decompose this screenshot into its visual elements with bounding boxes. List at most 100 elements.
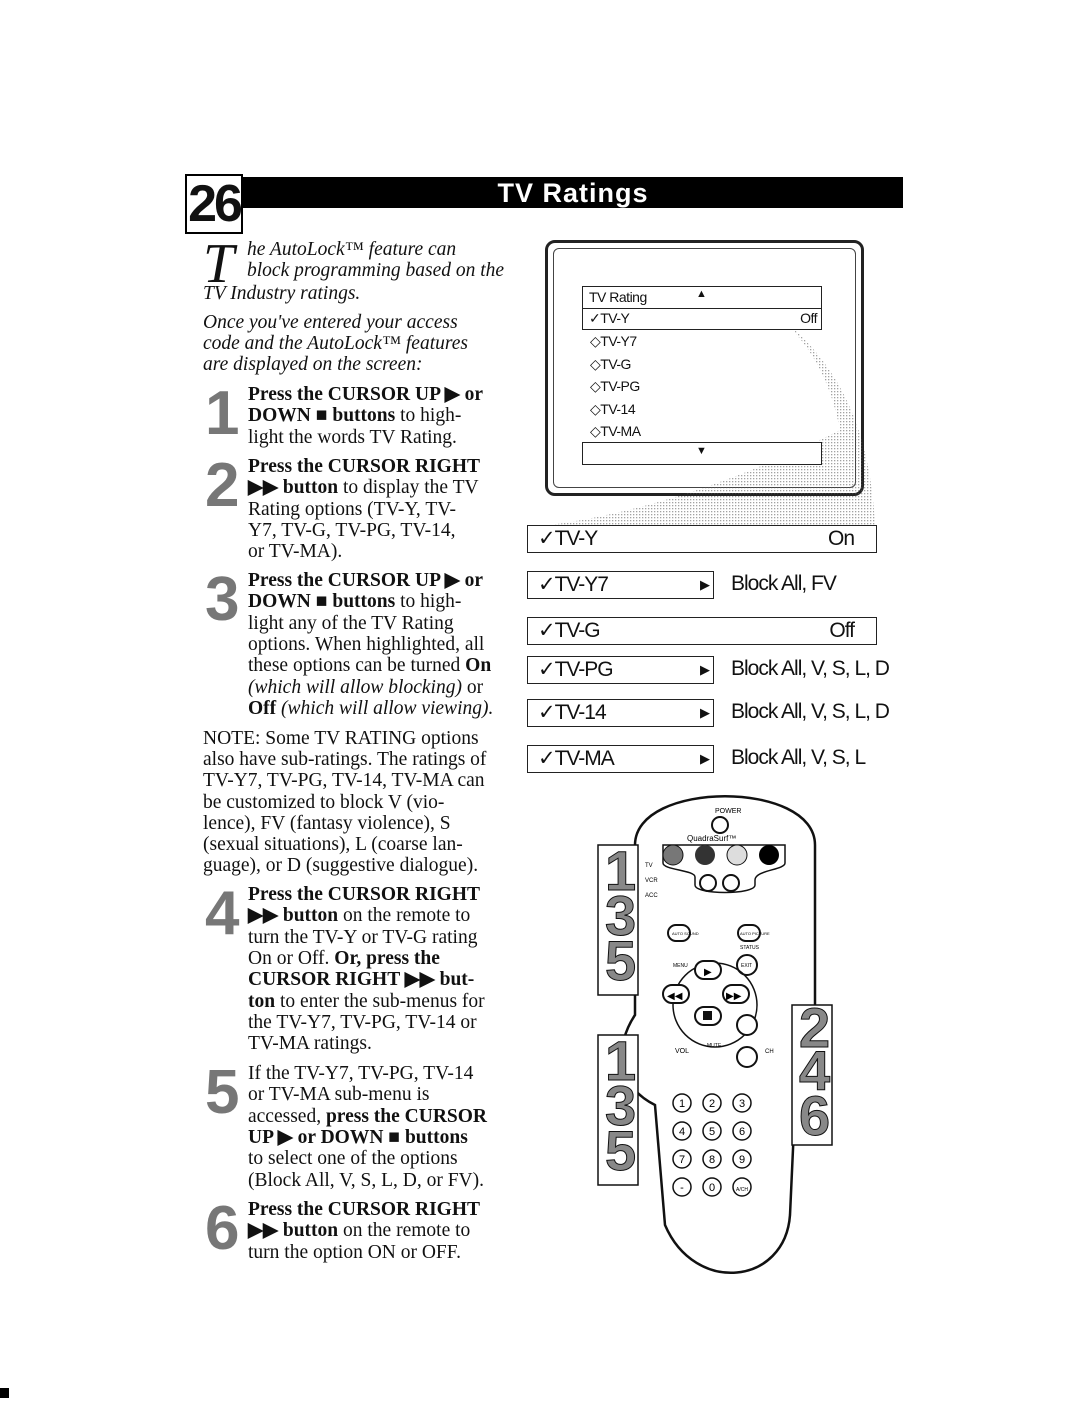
text-run: be customized to block V (vio- (203, 791, 445, 813)
number-key-label: - (680, 1182, 684, 1194)
text-run: to enter the sub-menus for (275, 990, 485, 1012)
text-run: (which will allow blocking) (248, 676, 462, 698)
text-run: Press the CURSOR UP ▶ or (248, 570, 484, 591)
text-run: Or, press the (334, 947, 440, 969)
sub-rating-options: Block All, V, S, L (731, 746, 866, 769)
mode-acc[interactable]: ACC (645, 893, 658, 899)
text-run: or TV-MA). (248, 541, 343, 563)
rewind-icon: ◀◀ (667, 991, 683, 1002)
rating-row[interactable]: ✓TV-Y On (527, 525, 877, 553)
rating-row[interactable]: ✓TV-14 ▶ (527, 699, 714, 727)
note-line: TV-Y7, TV-PG, TV-14, TV-MA can (203, 770, 485, 792)
step-line: UP ▶ or DOWN ■ buttons (248, 1127, 468, 1149)
number-key-label: 2 (709, 1098, 715, 1110)
sub-rating-options: Block All, FV (731, 572, 837, 595)
manual-page: 26 TV Ratings T TV Rating ▲ ✓TV-Y Off ▼ … (0, 0, 1080, 1404)
text-run: lence), FV (fantasy violence), S (203, 812, 451, 834)
text-run: Press the CURSOR UP ▶ or (248, 384, 484, 405)
mode-vcr[interactable]: VCR (645, 878, 658, 884)
quadrasurf-button-3[interactable] (726, 844, 748, 866)
text-run: Off (248, 697, 277, 719)
text-run: Press the CURSOR RIGHT (248, 456, 481, 477)
step-line: Y7, TV-G, TV-PG, TV-14, (248, 520, 456, 542)
arrow-right-icon: ▶ (700, 751, 710, 766)
text-run: On (465, 655, 492, 677)
step-line: On or Off. Or, press the (248, 948, 440, 970)
volume-down-button[interactable] (736, 1046, 758, 1068)
text-run: press the CURSOR (325, 1105, 488, 1127)
rating-row[interactable]: ✓TV-PG ▶ (527, 656, 714, 684)
text-run: (sexual situations), L (coarse lan- (203, 834, 463, 855)
osd-option[interactable]: ◇TV-14 (590, 401, 636, 418)
text-run: NOTE: Some TV RATING options (203, 728, 479, 749)
osd-scroll-down-row[interactable]: ▼ (582, 442, 822, 465)
number-key-label: A/CH (736, 1187, 748, 1193)
step-line: DOWN ■ buttons to high- (248, 591, 461, 613)
step-line: Press the CURSOR UP ▶ or (248, 570, 483, 592)
quadrasurf-button-5[interactable] (699, 874, 717, 892)
rating-value: On (827, 527, 855, 550)
step-line: Press the CURSOR UP ▶ or (248, 384, 483, 406)
rating-label: ✓TV-PG (538, 658, 614, 681)
text-run: light the words TV Rating. (248, 426, 457, 448)
step-line: Press the CURSOR RIGHT (248, 884, 480, 906)
text-run: on the remote to (338, 905, 471, 927)
number-key-label: 7 (679, 1154, 685, 1166)
arrow-right-icon: ▶ (700, 577, 710, 592)
step-line: Press the CURSOR RIGHT (248, 1199, 480, 1221)
text-run: ▶▶ button (248, 477, 339, 499)
osd-selected-value: Off (800, 310, 817, 326)
number-key-label: 1 (679, 1098, 685, 1110)
text-run: DOWN ■ buttons (248, 405, 396, 427)
quadrasurf-button-4[interactable] (759, 845, 779, 865)
step-line: or TV-MA sub-menu is (248, 1084, 429, 1106)
fast-forward-icon: ▶▶ (726, 991, 742, 1002)
osd-title-row: TV Rating ▲ (582, 286, 822, 310)
number-key-label: 4 (679, 1126, 685, 1138)
rating-row[interactable]: ✓TV-G Off (527, 617, 877, 645)
osd-option[interactable]: ◇TV-PG (590, 378, 640, 395)
step-line: ▶▶ button to display the TV (248, 477, 479, 499)
text-run: turn the TV-Y or TV-G rating (248, 926, 478, 948)
exit-label: EXIT (741, 963, 752, 969)
number-key-label: 3 (739, 1098, 745, 1110)
quadrasurf-button-2[interactable] (695, 845, 715, 865)
number-key-label: 5 (709, 1126, 715, 1138)
rating-row[interactable]: ✓TV-Y7 ▶ (527, 571, 714, 599)
step-line: accessed, press the CURSOR (248, 1106, 487, 1128)
volume-up-button[interactable] (736, 1014, 758, 1036)
mode-tv[interactable]: TV (645, 863, 653, 869)
section-title: TV Ratings (497, 178, 649, 208)
quadrasurf-button-6[interactable] (722, 874, 740, 892)
quadrasurf-button-1[interactable] (662, 844, 684, 866)
page-mark (0, 1388, 9, 1398)
step-line: DOWN ■ buttons to high- (248, 405, 461, 427)
text-run: TV-MA ratings. (248, 1033, 372, 1055)
step-line: light any of the TV Rating (248, 613, 454, 635)
osd-title: TV Rating (589, 289, 647, 305)
step-line: turn the TV-Y or TV-G rating (248, 927, 477, 949)
text-run: to display the TV (338, 477, 479, 499)
rating-row[interactable]: ✓TV-MA ▶ (527, 745, 714, 773)
step-number: 4 (205, 879, 240, 948)
number-key-label: 0 (709, 1182, 715, 1194)
status-label: STATUS (740, 945, 760, 951)
ch-label: CH (765, 1049, 774, 1055)
text-run: to select one of the options (248, 1148, 458, 1170)
osd-option[interactable]: ◇TV-Y7 (590, 333, 637, 350)
rating-label: ✓TV-Y7 (538, 573, 609, 596)
step-line: these options can be turned On (248, 655, 491, 677)
osd-option[interactable]: ◇TV-G (590, 356, 631, 373)
step-line: to select one of the options (248, 1148, 458, 1170)
step-line: light the words TV Rating. (248, 427, 457, 449)
triangle-up-icon: ▲ (696, 288, 707, 300)
step-line: or TV-MA). (248, 541, 342, 563)
osd-option[interactable]: ◇TV-MA (590, 423, 641, 440)
step-line: Press the CURSOR RIGHT (248, 456, 480, 478)
text-run: or (461, 676, 484, 698)
osd-selected-row[interactable]: ✓TV-Y Off (582, 308, 822, 330)
rating-label: ✓TV-MA (538, 747, 615, 770)
text-run: (Block All, V, S, L, D, or FV). (248, 1169, 485, 1191)
text-run: block programming based on the (247, 260, 505, 281)
callout-6: 6 (799, 1084, 830, 1147)
